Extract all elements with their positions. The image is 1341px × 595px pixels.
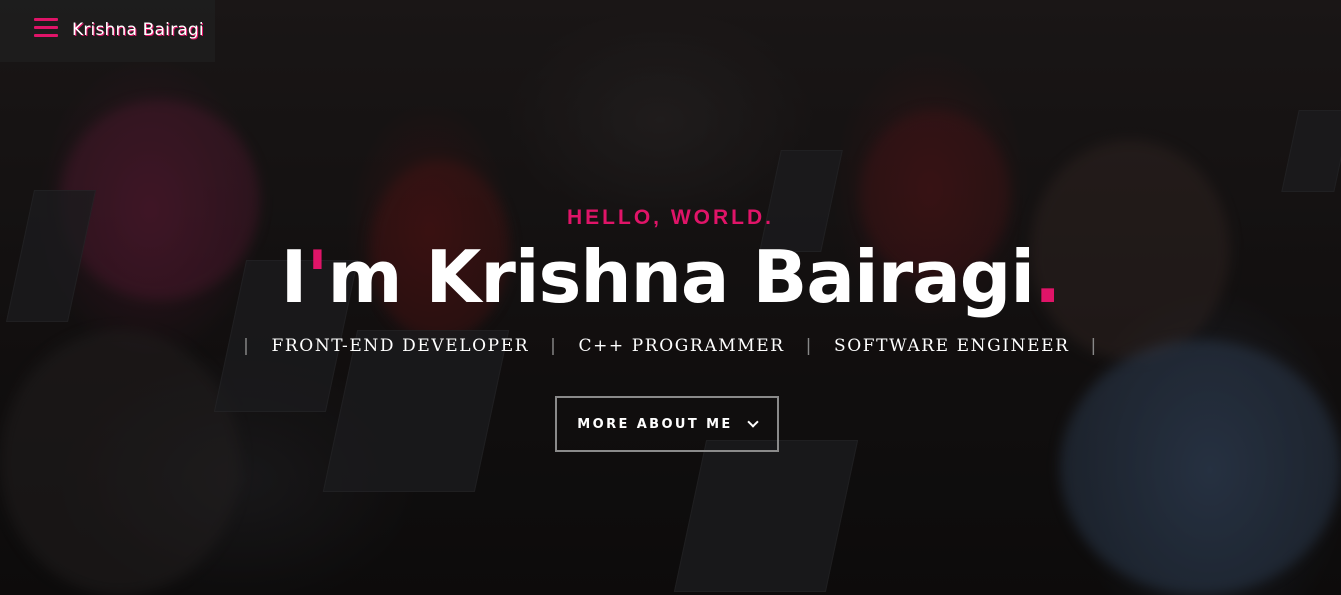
hero-kicker: HELLO, WORLD. xyxy=(567,206,774,229)
more-about-me-label: MORE ABOUT ME xyxy=(577,416,733,432)
hero-section: HELLO, WORLD. I'm Krishna Bairagi. | FRO… xyxy=(0,0,1341,595)
title-apostrophe: ' xyxy=(306,235,328,319)
role-item: FRONT-END DEVELOPER xyxy=(271,336,530,356)
hero-title: I'm Krishna Bairagi. xyxy=(280,235,1062,319)
hero-roles: | FRONT-END DEVELOPER | C++ PROGRAMMER |… xyxy=(243,336,1098,356)
chevron-down-icon xyxy=(747,416,759,428)
more-about-me-button[interactable]: MORE ABOUT ME xyxy=(555,396,779,452)
role-item: C++ PROGRAMMER xyxy=(578,336,785,356)
title-dot: . xyxy=(1034,235,1061,319)
role-item: SOFTWARE ENGINEER xyxy=(833,336,1070,356)
